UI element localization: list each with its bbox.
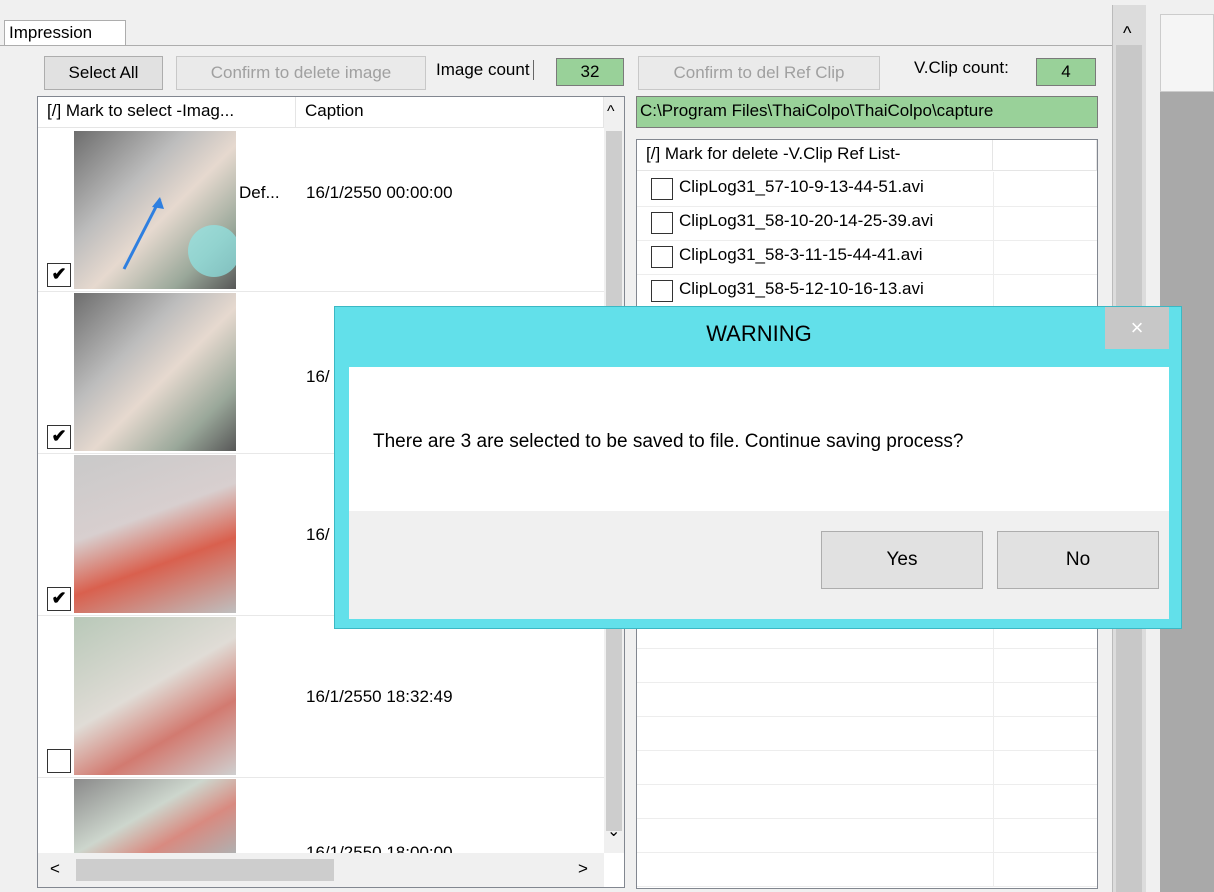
image-caption: 16/1/2550 18:32:49	[306, 687, 453, 706]
image-list-header: [/] Mark to select -Imag... Caption	[38, 97, 624, 128]
column-mark-delete[interactable]: [/] Mark for delete -V.Clip Ref List-	[637, 140, 993, 170]
clip-filename: ClipLog31_57-10-9-13-44-51.avi	[679, 177, 924, 196]
capture-path-field: C:\Program Files\ThaiColpo\ThaiColpo\cap…	[636, 96, 1098, 128]
colposcopy-thumbnail	[74, 617, 236, 775]
dialog-message: There are 3 are selected to be saved to …	[373, 431, 964, 452]
colposcopy-thumbnail	[74, 293, 236, 451]
clip-checkbox[interactable]	[651, 280, 673, 302]
warning-dialog: WARNING × There are 3 are selected to be…	[334, 306, 1182, 629]
image-count-value: 32	[556, 58, 624, 86]
colposcopy-thumbnail	[74, 779, 236, 853]
close-icon[interactable]: ×	[1105, 307, 1169, 349]
panel-divider	[0, 45, 1112, 46]
clip-checkbox[interactable]	[651, 212, 673, 234]
dialog-body: There are 3 are selected to be saved to …	[349, 367, 1169, 619]
clip-row-4[interactable]: ClipLog31_58-5-12-10-16-13.avi	[637, 274, 1097, 309]
select-all-button[interactable]: Select All	[44, 56, 163, 90]
no-button[interactable]: No	[997, 531, 1159, 589]
column-caption[interactable]: Caption	[296, 97, 604, 127]
empty-row	[637, 852, 1097, 887]
scroll-up-icon[interactable]: ^	[607, 103, 615, 121]
side-panel-top	[1160, 14, 1214, 92]
dialog-footer: Yes No	[349, 511, 1169, 619]
empty-row	[637, 818, 1097, 853]
clip-checkbox[interactable]	[651, 178, 673, 200]
empty-row	[637, 648, 1097, 683]
scroll-up-icon[interactable]: ^	[1123, 23, 1131, 44]
column-extra[interactable]	[993, 140, 1097, 170]
scrollbar-thumb[interactable]	[76, 859, 334, 881]
tab-label: Impression	[9, 23, 93, 42]
scroll-left-icon[interactable]: <	[50, 859, 60, 879]
clip-filename: ClipLog31_58-5-12-10-16-13.avi	[679, 279, 924, 298]
row-checkbox[interactable]: ✔	[47, 425, 71, 449]
image-caption: 16/1/2550 00:00:00	[306, 183, 453, 202]
clip-row-1[interactable]: ClipLog31_57-10-9-13-44-51.avi	[637, 172, 1097, 207]
image-count-label: Image count	[436, 60, 534, 80]
colposcopy-thumbnail	[74, 455, 236, 613]
row-checkbox[interactable]	[47, 749, 71, 773]
empty-row	[637, 750, 1097, 785]
clip-row-2[interactable]: ClipLog31_58-10-20-14-25-39.avi	[637, 206, 1097, 241]
clip-checkbox[interactable]	[651, 246, 673, 268]
vclip-count-value: 4	[1036, 58, 1096, 86]
confirm-del-ref-clip-button[interactable]: Confirm to del Ref Clip	[638, 56, 880, 90]
clip-filename: ClipLog31_58-3-11-15-44-41.avi	[679, 245, 923, 264]
image-row-1[interactable]: ✔ Def... 16/1/2550 00:00:00	[38, 129, 604, 292]
image-caption: 16/	[306, 367, 330, 386]
image-row-5[interactable]: 16/1/2550 18:00:00	[38, 777, 604, 854]
tab-impression[interactable]: Impression	[4, 20, 126, 46]
clip-list-header: [/] Mark for delete -V.Clip Ref List-	[637, 140, 1097, 171]
confirm-delete-image-button[interactable]: Confirm to delete image	[176, 56, 426, 90]
image-caption: 16/	[306, 525, 330, 544]
image-list-horizontal-scrollbar[interactable]: < >	[38, 853, 604, 887]
scroll-down-icon[interactable]: ⌄	[607, 821, 620, 841]
image-name: Def...	[239, 183, 280, 202]
row-checkbox[interactable]: ✔	[47, 587, 71, 611]
empty-row	[637, 716, 1097, 751]
image-row-4[interactable]: 16/1/2550 18:32:49	[38, 615, 604, 778]
clip-filename: ClipLog31_58-10-20-14-25-39.avi	[679, 211, 934, 230]
empty-row	[637, 682, 1097, 717]
row-checkbox[interactable]: ✔	[47, 263, 71, 287]
column-mark-select[interactable]: [/] Mark to select -Imag...	[38, 97, 296, 127]
scroll-right-icon[interactable]: >	[578, 859, 588, 879]
clip-row-3[interactable]: ClipLog31_58-3-11-15-44-41.avi	[637, 240, 1097, 275]
yes-button[interactable]: Yes	[821, 531, 983, 589]
dialog-title: WARNING	[706, 321, 812, 346]
arrow-annotation-icon	[122, 197, 236, 277]
empty-row	[637, 784, 1097, 819]
vclip-count-label: V.Clip count:	[914, 58, 1009, 77]
colposcopy-thumbnail	[74, 131, 236, 289]
